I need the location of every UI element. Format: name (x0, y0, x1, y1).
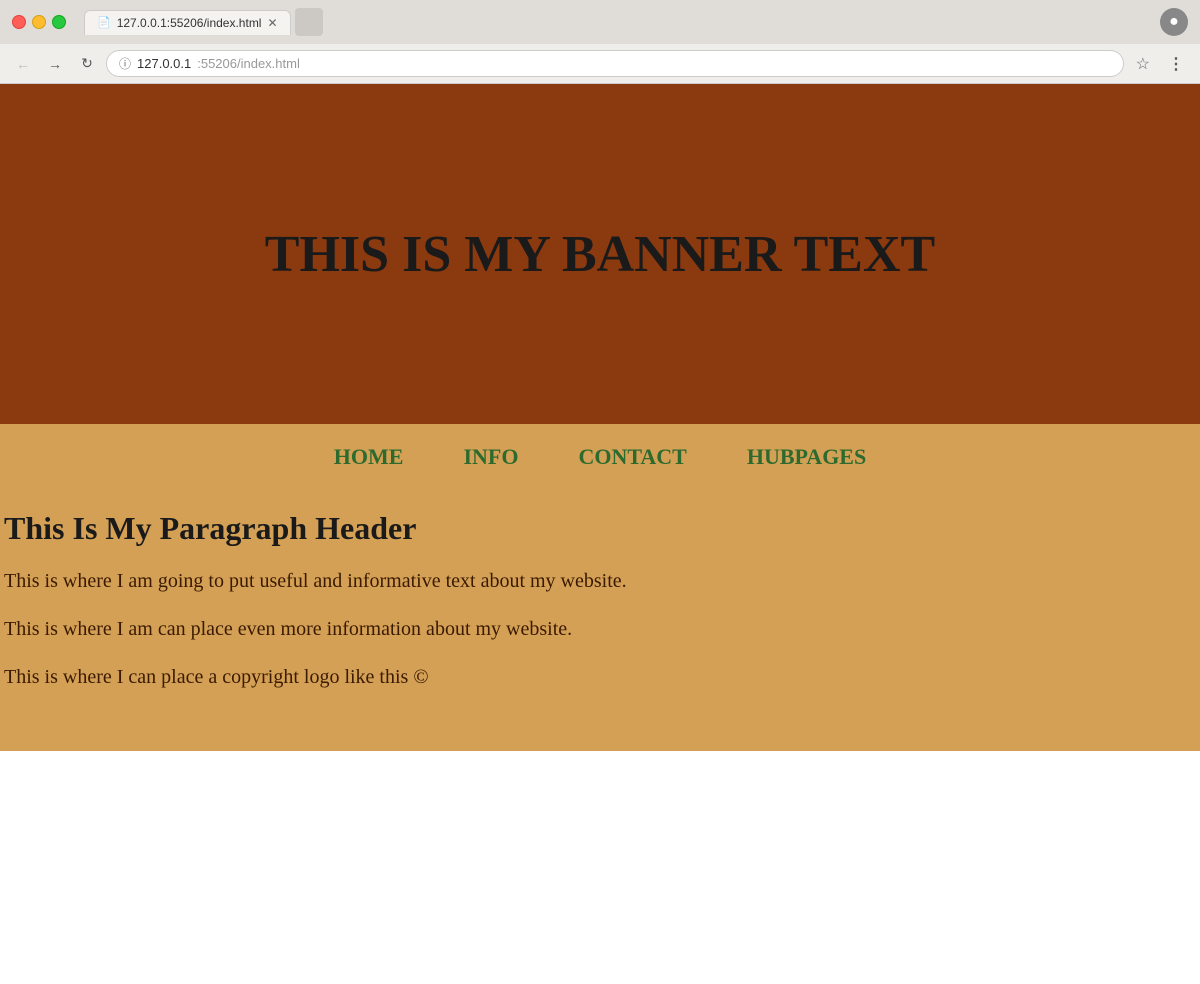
content-paragraph-3: This is where I can place a copyright lo… (4, 663, 1190, 691)
nav-item-hubpages: HUBPAGES (747, 444, 866, 470)
browser-toolbar: ← → ↻ ⓘ 127.0.0.1 :55206/index.html ☆ ⋮ (0, 44, 1200, 84)
forward-button[interactable]: → (42, 51, 68, 77)
content-area: This Is My Paragraph Header This is wher… (0, 490, 1200, 751)
content-paragraph-2: This is where I am can place even more i… (4, 615, 1190, 643)
nav-item-info: INFO (463, 444, 518, 470)
active-tab[interactable]: 📄 127.0.0.1:55206/index.html ✕ (84, 10, 291, 35)
menu-button[interactable]: ⋮ (1162, 52, 1190, 76)
banner-text: THIS IS MY BANNER TEXT (265, 225, 935, 284)
close-button[interactable] (12, 15, 26, 29)
website-content: THIS IS MY BANNER TEXT HOME INFO CONTACT… (0, 84, 1200, 751)
maximize-button[interactable] (52, 15, 66, 29)
new-tab-button[interactable] (295, 8, 323, 36)
nav-item-home: HOME (334, 444, 404, 470)
tab-page-icon: 📄 (97, 16, 111, 29)
nav-item-contact: CONTACT (578, 444, 686, 470)
nav-link-hubpages[interactable]: HUBPAGES (747, 444, 866, 469)
url-base: 127.0.0.1 (137, 56, 191, 71)
nav-links: HOME INFO CONTACT HUBPAGES (0, 444, 1200, 470)
minimize-button[interactable] (32, 15, 46, 29)
profile-avatar[interactable]: ● (1160, 8, 1188, 36)
browser-chrome: 📄 127.0.0.1:55206/index.html ✕ ● ← → ↻ ⓘ… (0, 0, 1200, 84)
nav-link-contact[interactable]: CONTACT (578, 444, 686, 469)
traffic-lights (12, 15, 66, 29)
back-button[interactable]: ← (10, 51, 36, 77)
tab-close-icon[interactable]: ✕ (267, 16, 277, 30)
url-port: :55206/index.html (197, 56, 300, 71)
bookmark-button[interactable]: ☆ (1130, 52, 1156, 76)
reload-button[interactable]: ↻ (74, 51, 100, 77)
paragraph-header: This Is My Paragraph Header (4, 510, 1190, 547)
banner: THIS IS MY BANNER TEXT (0, 84, 1200, 424)
content-paragraph-1: This is where I am going to put useful a… (4, 567, 1190, 595)
tab-bar: 📄 127.0.0.1:55206/index.html ✕ (84, 8, 1152, 36)
address-bar[interactable]: ⓘ 127.0.0.1 :55206/index.html (106, 50, 1124, 77)
nav-link-home[interactable]: HOME (334, 444, 404, 469)
nav-bar: HOME INFO CONTACT HUBPAGES (0, 424, 1200, 490)
nav-link-info[interactable]: INFO (463, 444, 518, 469)
tab-title: 127.0.0.1:55206/index.html (117, 16, 262, 30)
browser-titlebar: 📄 127.0.0.1:55206/index.html ✕ ● (0, 0, 1200, 44)
secure-icon: ⓘ (119, 55, 131, 72)
